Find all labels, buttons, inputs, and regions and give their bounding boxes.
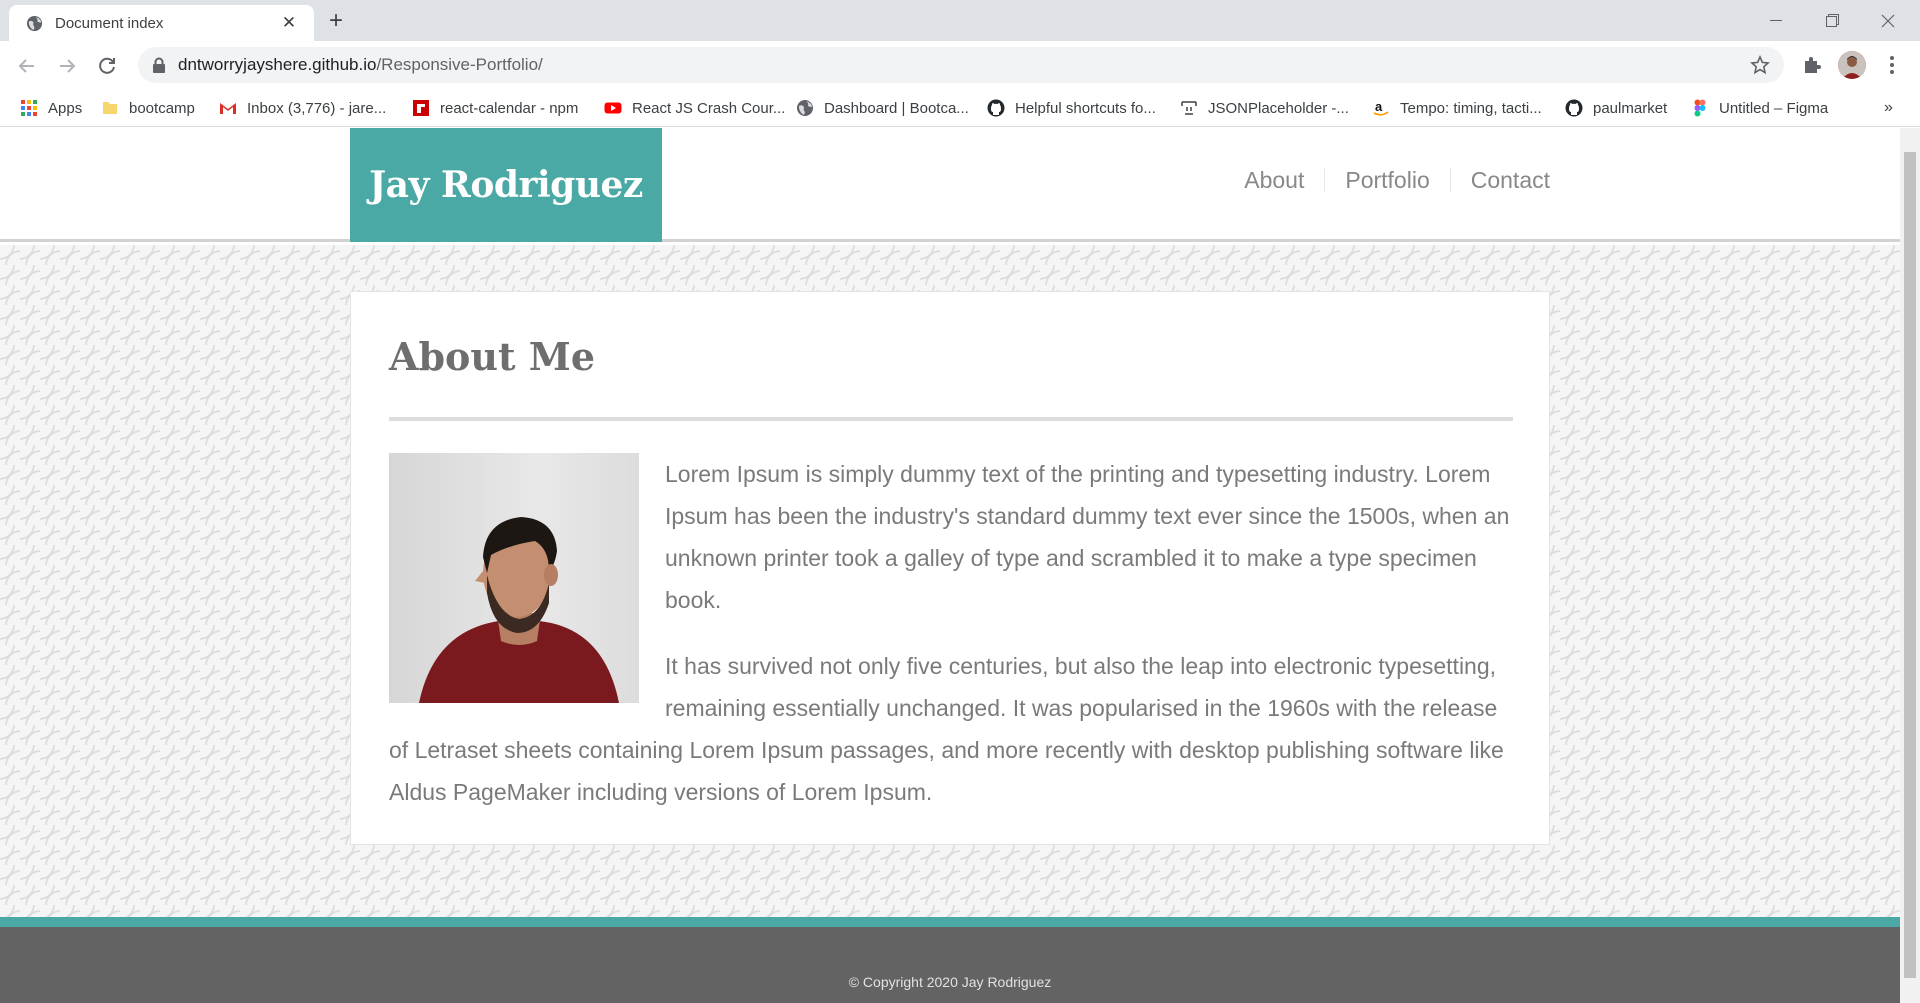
apps-grid-icon — [21, 100, 37, 116]
new-tab-button[interactable]: + — [322, 8, 350, 36]
extensions-icon[interactable] — [1798, 51, 1826, 79]
json-icon — [1181, 101, 1197, 115]
nav-portfolio[interactable]: Portfolio — [1325, 166, 1449, 194]
bookmark-paulmarket[interactable]: paulmarket — [1565, 89, 1667, 127]
menu-kebab-icon[interactable] — [1878, 51, 1906, 79]
bookmark-figma[interactable]: Untitled – Figma — [1691, 89, 1828, 127]
more-bookmarks-chevron-icon: » — [1884, 99, 1893, 116]
restore-button[interactable] — [1804, 0, 1860, 41]
site-nav: About Portfolio Contact — [1224, 166, 1550, 194]
youtube-icon — [604, 102, 622, 114]
forward-icon[interactable] — [54, 53, 80, 79]
bookmark-star-icon[interactable] — [1750, 55, 1770, 75]
heading-divider — [389, 417, 1513, 421]
bookmark-label: Apps — [48, 99, 83, 117]
bookmark-jsonplaceholder[interactable]: JSONPlaceholder -... — [1180, 89, 1349, 127]
bookmark-helpful-shortcuts[interactable]: Helpful shortcuts fo... — [987, 89, 1156, 127]
bookmark-label: Inbox (3,776) - jare... — [247, 99, 387, 117]
web-page: Jay Rodriguez About Portfolio Contact Ab… — [0, 128, 1900, 1003]
tab-strip: Document index ✕ + — [0, 0, 1920, 41]
bookmark-label: Tempo: timing, tacti... — [1400, 99, 1542, 117]
close-window-button[interactable] — [1860, 0, 1916, 41]
close-icon — [1881, 14, 1895, 27]
minimize-icon — [1770, 19, 1782, 21]
bookmark-label: react-calendar - npm — [440, 99, 579, 117]
minimize-button[interactable] — [1748, 0, 1804, 41]
bookmark-label: paulmarket — [1593, 99, 1668, 117]
restore-icon — [1825, 14, 1839, 27]
profile-photo — [389, 453, 639, 703]
lock-icon — [153, 57, 165, 73]
bookmarks-bar: Apps bootcamp Inbox (3,776) - jare... re… — [0, 89, 1920, 127]
profile-avatar[interactable] — [1838, 51, 1866, 79]
bookmark-label: Untitled – Figma — [1719, 99, 1829, 117]
bookmark-inbox[interactable]: Inbox (3,776) - jare... — [219, 89, 386, 127]
tab-title: Document index — [55, 15, 164, 32]
nav-about[interactable]: About — [1224, 166, 1324, 194]
more-bookmarks-button[interactable]: » — [1884, 89, 1893, 127]
bookmark-dashboard[interactable]: Dashboard | Bootca... — [796, 89, 969, 127]
bookmark-react-calendar[interactable]: react-calendar - npm — [412, 89, 578, 127]
folder-icon — [103, 102, 117, 114]
url-path: /Responsive-Portfolio/ — [376, 55, 543, 74]
about-content: Lorem Ipsum is simply dummy text of the … — [389, 453, 1513, 837]
about-card: About Me Lorem Ipsum is simply dummy tex… — [350, 291, 1550, 845]
bookmark-label: Helpful shortcuts fo... — [1015, 99, 1156, 117]
url-text: dntworryjayshere.github.io/Responsive-Po… — [178, 55, 543, 75]
browser-toolbar: dntworryjayshere.github.io/Responsive-Po… — [0, 41, 1920, 89]
footer-accent-stripe — [0, 917, 1900, 927]
bookmark-label: Dashboard | Bootca... — [824, 99, 969, 117]
avatar-icon — [1838, 51, 1866, 79]
address-bar[interactable]: dntworryjayshere.github.io/Responsive-Po… — [138, 47, 1784, 83]
bookmark-label: JSONPlaceholder -... — [1208, 99, 1349, 117]
github-icon — [987, 99, 1005, 117]
profile-photo-image — [389, 453, 639, 703]
npm-icon — [413, 100, 429, 116]
globe-icon — [797, 100, 813, 116]
reload-icon[interactable] — [94, 53, 120, 79]
about-heading: About Me — [389, 334, 596, 379]
close-tab-icon[interactable]: ✕ — [279, 13, 299, 33]
svg-text:a: a — [1375, 99, 1383, 114]
site-logo[interactable]: Jay Rodriguez — [350, 128, 662, 242]
url-host: dntworryjayshere.github.io — [178, 55, 377, 74]
copyright-text: © Copyright 2020 Jay Rodriguez — [848, 974, 1052, 990]
amazon-icon: a — [1373, 99, 1389, 116]
page-scrollbar[interactable] — [1900, 128, 1920, 1003]
bookmark-label: bootcamp — [129, 99, 195, 117]
bookmark-bootcamp[interactable]: bootcamp — [101, 89, 195, 127]
site-header: Jay Rodriguez About Portfolio Contact — [0, 128, 1900, 242]
bookmark-react-crash-course[interactable]: React JS Crash Cour... — [604, 89, 785, 127]
bookmark-label: React JS Crash Cour... — [632, 99, 786, 117]
gmail-icon — [220, 103, 236, 114]
site-footer: © Copyright 2020 Jay Rodriguez — [0, 927, 1900, 1003]
nav-contact[interactable]: Contact — [1451, 166, 1550, 194]
github-icon — [1565, 99, 1583, 117]
scrollbar-thumb[interactable] — [1904, 152, 1916, 978]
browser-tab[interactable]: Document index ✕ — [9, 5, 314, 41]
figma-icon — [1694, 99, 1706, 117]
bookmark-tempo[interactable]: a Tempo: timing, tacti... — [1372, 89, 1542, 127]
back-icon[interactable] — [14, 53, 40, 79]
globe-icon — [26, 15, 43, 32]
bookmark-apps[interactable]: Apps — [20, 89, 82, 127]
